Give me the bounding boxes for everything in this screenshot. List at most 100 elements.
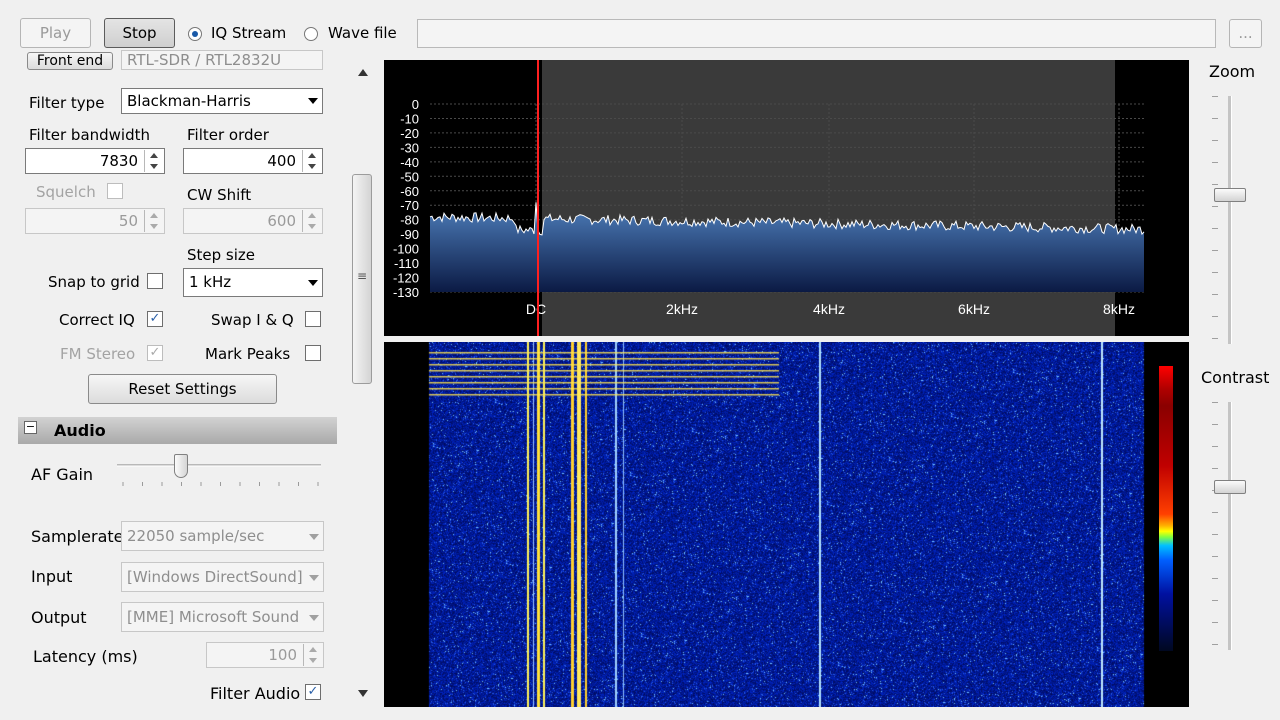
- grip-icon: ≡: [357, 269, 368, 283]
- spin-arrows-icon[interactable]: [144, 150, 163, 172]
- db-tick-label: -50: [400, 169, 419, 184]
- iq-stream-radio[interactable]: [188, 27, 202, 41]
- fm-stereo-checkbox[interactable]: ✓: [147, 345, 163, 361]
- front-end-button[interactable]: Front end: [27, 52, 113, 70]
- chevron-down-icon: [309, 575, 319, 581]
- db-tick-label: -30: [400, 140, 419, 155]
- settings-scrollbar[interactable]: ≡: [352, 60, 374, 708]
- af-gain-track: [117, 464, 321, 486]
- chevron-down-icon: [308, 98, 318, 104]
- spin-arrows-icon[interactable]: [302, 210, 321, 232]
- squelch-checkbox[interactable]: [107, 183, 123, 199]
- af-gain-label: AF Gain: [31, 465, 94, 484]
- stop-button[interactable]: Stop: [104, 18, 175, 48]
- freq-tick-label: 8kHz: [1103, 301, 1135, 317]
- filter-audio-label: Filter Audio: [210, 684, 301, 703]
- squelch-label: Squelch: [36, 183, 96, 201]
- scrollbar-thumb[interactable]: ≡: [352, 174, 372, 384]
- chevron-down-icon: [308, 280, 318, 286]
- filter-type-value: Blackman-Harris: [127, 92, 251, 110]
- scroll-up-icon[interactable]: [358, 69, 368, 76]
- zoom-thumb[interactable]: [1214, 188, 1246, 203]
- db-tick-label: -80: [400, 213, 419, 228]
- af-gain-thumb[interactable]: [174, 454, 188, 478]
- spin-arrows-icon[interactable]: [144, 210, 163, 232]
- squelch-input[interactable]: 50: [25, 208, 165, 234]
- db-tick-label: -130: [393, 285, 419, 300]
- latency-input[interactable]: 100: [206, 642, 324, 668]
- mark-peaks-checkbox[interactable]: [305, 345, 321, 361]
- latency-label: Latency (ms): [33, 647, 138, 666]
- filter-bandwidth-label: Filter bandwidth: [29, 126, 151, 144]
- audio-section-header[interactable]: − Audio: [18, 417, 337, 444]
- contrast-ticks: [1212, 402, 1218, 650]
- correct-iq-checkbox[interactable]: ✓: [147, 311, 163, 327]
- zoom-ticks: [1212, 96, 1218, 344]
- spin-arrows-icon[interactable]: [303, 644, 322, 666]
- swap-iq-checkbox[interactable]: [305, 311, 321, 327]
- db-tick-label: 0: [412, 97, 419, 112]
- spectrum-plot[interactable]: 0-10-20-30-40-50-60-70-80-90-100-110-120…: [384, 60, 1189, 336]
- db-tick-label: -10: [400, 111, 419, 126]
- chevron-down-icon: [309, 615, 319, 621]
- fm-stereo-label: FM Stereo: [60, 345, 136, 363]
- waterfall-canvas: [384, 342, 1189, 707]
- front-end-select[interactable]: RTL-SDR / RTL2832U: [121, 50, 323, 70]
- db-tick-label: -20: [400, 126, 419, 141]
- collapse-icon[interactable]: −: [24, 421, 37, 434]
- output-label: Output: [31, 608, 87, 627]
- latency-value: 100: [268, 646, 297, 664]
- cw-shift-label: CW Shift: [187, 186, 252, 204]
- browse-button[interactable]: ...: [1229, 19, 1262, 48]
- filter-order-input[interactable]: 400: [183, 148, 323, 174]
- squelch-value: 50: [118, 212, 138, 230]
- filter-bandwidth-input[interactable]: 7830: [25, 148, 165, 174]
- swap-iq-label: Swap I & Q: [211, 311, 294, 329]
- contrast-thumb[interactable]: [1214, 480, 1246, 495]
- zoom-label: Zoom: [1209, 62, 1256, 81]
- file-path-field[interactable]: [417, 19, 1216, 48]
- step-size-select[interactable]: 1 kHz: [183, 268, 323, 297]
- spin-arrows-icon[interactable]: [302, 150, 321, 172]
- output-value: [MME] Microsoft Sound: [127, 608, 300, 626]
- snap-to-grid-checkbox[interactable]: [147, 273, 163, 289]
- wave-file-radio[interactable]: [304, 27, 318, 41]
- freq-tick-label: 6kHz: [958, 301, 990, 317]
- contrast-label: Contrast: [1201, 368, 1270, 387]
- filter-type-label: Filter type: [29, 94, 105, 112]
- freq-tick-label: 4kHz: [813, 301, 845, 317]
- filter-order-label: Filter order: [187, 126, 269, 144]
- front-end-device: RTL-SDR / RTL2832U: [127, 51, 282, 69]
- spectrum-panel[interactable]: 0 -10 -20 -30 -40 -50 -60 -70 -80 -90 -100 -110 -120…: [384, 60, 1189, 336]
- filter-audio-checkbox[interactable]: ✓: [305, 684, 321, 700]
- reset-settings-button[interactable]: Reset Settings: [88, 374, 277, 404]
- cw-shift-value: 600: [267, 212, 296, 230]
- mark-peaks-label: Mark Peaks: [205, 345, 291, 363]
- zoom-slider[interactable]: [1210, 94, 1250, 346]
- input-label: Input: [31, 567, 73, 586]
- af-gain-slider[interactable]: [115, 452, 323, 492]
- db-tick-label: -110: [394, 256, 419, 271]
- iq-stream-label: IQ Stream: [211, 24, 287, 42]
- db-tick-label: -90: [400, 227, 419, 242]
- db-tick-label: -70: [400, 198, 419, 213]
- input-select[interactable]: [Windows DirectSound]: [121, 562, 324, 592]
- chevron-down-icon: [309, 534, 319, 540]
- step-size-label: Step size: [187, 246, 256, 264]
- freq-tick-label: DC: [526, 301, 546, 317]
- contrast-track: [1228, 402, 1232, 650]
- samplerate-label: Samplerate: [31, 527, 124, 546]
- play-button[interactable]: Play: [20, 18, 91, 48]
- filter-order-value: 400: [267, 152, 296, 170]
- step-size-value: 1 kHz: [189, 273, 232, 291]
- waterfall-panel[interactable]: [384, 342, 1189, 707]
- contrast-slider[interactable]: [1210, 400, 1250, 652]
- correct-iq-label: Correct IQ: [59, 311, 135, 329]
- scroll-down-icon[interactable]: [358, 690, 368, 697]
- filter-type-select[interactable]: Blackman-Harris: [121, 88, 323, 114]
- input-value: [Windows DirectSound]: [127, 568, 303, 586]
- db-tick-label: -40: [400, 155, 419, 170]
- cw-shift-input[interactable]: 600: [183, 208, 323, 234]
- samplerate-select[interactable]: 22050 sample/sec: [121, 521, 324, 551]
- output-select[interactable]: [MME] Microsoft Sound: [121, 602, 324, 632]
